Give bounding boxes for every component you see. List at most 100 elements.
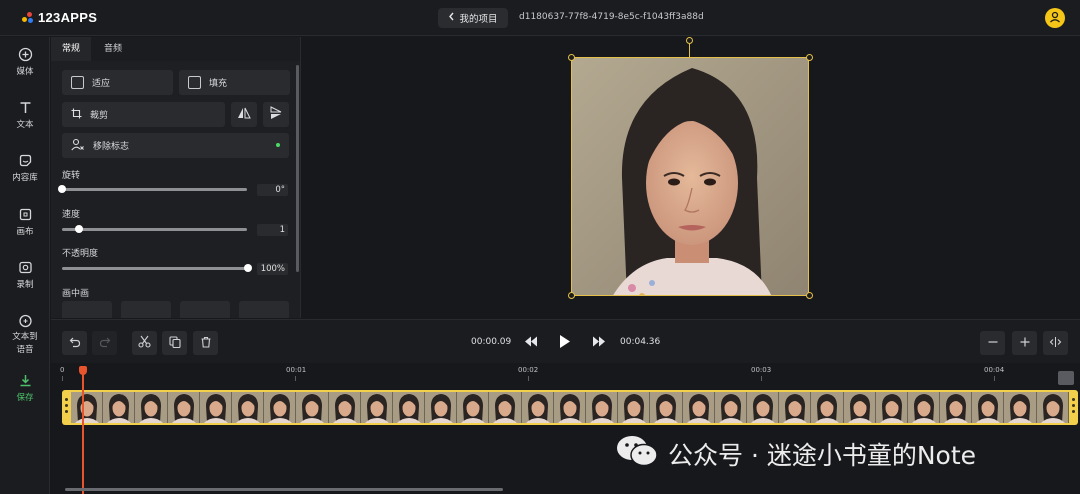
crop-label: 裁剪 [90, 111, 109, 121]
nav-item-save[interactable]: 保存 [0, 373, 50, 403]
resize-handle-top-left[interactable] [568, 54, 575, 61]
zoom-in-button[interactable] [1012, 331, 1037, 355]
pip-bottom-right-button[interactable] [239, 301, 289, 318]
speed-value[interactable]: 1 [257, 224, 288, 236]
cut-button[interactable] [132, 331, 157, 355]
user-icon [1049, 11, 1061, 26]
ruler-tick [295, 376, 296, 381]
clip-thumbnail [264, 392, 297, 423]
plus-circle-icon [18, 47, 33, 62]
rotation-slider-knob[interactable] [58, 185, 66, 193]
resize-handle-top-right[interactable] [806, 54, 813, 61]
back-to-projects-button[interactable]: 我的项目 [438, 8, 508, 28]
clip-thumbnail [746, 392, 780, 423]
pip-top-left-button[interactable] [62, 301, 112, 318]
undo-icon [69, 336, 81, 351]
resize-handle-bottom-right[interactable] [806, 292, 813, 299]
ruler-tick [528, 376, 529, 381]
tab-audio[interactable]: 音频 [93, 37, 133, 61]
clip-thumbnail [135, 392, 168, 423]
timeline-ruler[interactable]: 0 00:01 00:02 00:03 00:04 [51, 363, 1080, 385]
timeline-scrollbar[interactable] [65, 488, 503, 491]
watermark-text: 公众号 · 迷途小书童的Note [668, 441, 977, 470]
properties-panel: 常规 音频 适应 填充 裁剪 移除标志 旋转 0° 速度 1 不透明度 100%… [51, 37, 301, 318]
fit-button[interactable]: 适应 [62, 70, 173, 95]
app-logo[interactable]: 123APPS [22, 10, 97, 25]
crop-button[interactable]: 裁剪 [62, 102, 225, 127]
pip-top-right-button[interactable] [121, 301, 171, 318]
clip-thumbnail [586, 392, 619, 423]
fill-button[interactable]: 填充 [179, 70, 290, 95]
nav-item-library[interactable]: 内容库 [0, 153, 50, 183]
nav-item-media[interactable]: 媒体 [0, 47, 50, 77]
nav-label: 画布 [16, 227, 34, 237]
rotation-slider[interactable] [62, 188, 247, 191]
tts-icon [18, 314, 33, 329]
speed-slider[interactable] [62, 228, 247, 231]
opacity-slider[interactable] [62, 267, 247, 270]
ruler-label: 0 [60, 366, 65, 374]
nav-label: 文本 [16, 120, 34, 130]
clip-trim-handle-left[interactable] [65, 398, 68, 413]
rotation-value[interactable]: 0° [257, 184, 288, 196]
download-icon [18, 373, 33, 388]
fast-forward-button[interactable] [592, 336, 606, 350]
nav-label: 录制 [16, 280, 34, 290]
ruler-label: 00:01 [286, 366, 307, 374]
rewind-button[interactable] [524, 336, 538, 350]
flip-vertical-icon [270, 106, 282, 123]
ruler-label: 00:03 [751, 366, 772, 374]
opacity-value[interactable]: 100% [257, 263, 288, 275]
top-bar: 123APPS 我的项目 d1180637-77f8-4719-8e5c-f10… [0, 0, 1080, 36]
current-time: 00:00.09 [471, 337, 512, 347]
video-clip-track[interactable] [62, 390, 1078, 425]
chevron-left-icon [448, 12, 455, 24]
redo-icon [99, 336, 111, 351]
delete-button[interactable] [193, 331, 218, 355]
play-button[interactable] [559, 334, 571, 352]
ruler-tick [761, 376, 762, 381]
opacity-slider-knob[interactable] [244, 264, 252, 272]
user-avatar[interactable] [1045, 8, 1065, 28]
opacity-label: 不透明度 [62, 249, 99, 259]
clip-thumbnail [907, 392, 941, 423]
resize-handle-bottom-left[interactable] [568, 292, 575, 299]
preview-photo[interactable] [571, 57, 809, 296]
rotate-handle-line [689, 42, 690, 57]
nav-item-tts[interactable]: 文本到 语音 [0, 314, 50, 355]
nav-item-record[interactable]: 录制 [0, 260, 50, 290]
nav-item-text[interactable]: 文本 [0, 100, 50, 130]
clip-thumbnail [328, 392, 361, 423]
ruler-tick [994, 376, 995, 381]
trash-icon [200, 336, 212, 351]
total-duration: 00:04.36 [620, 337, 661, 347]
flip-vertical-button[interactable] [263, 102, 289, 127]
pip-bottom-left-button[interactable] [180, 301, 230, 318]
ruler-tick [62, 376, 63, 381]
zoom-out-button[interactable] [980, 331, 1005, 355]
redo-button[interactable] [92, 331, 117, 355]
watermark: 公众号 · 迷途小书童的Note [616, 434, 976, 474]
speed-slider-knob[interactable] [75, 225, 83, 233]
flip-horizontal-button[interactable] [231, 102, 257, 127]
add-track-button[interactable] [1058, 371, 1074, 385]
clip-thumbnail [1004, 392, 1037, 423]
clip-trim-handle-right[interactable] [1072, 398, 1075, 413]
nav-item-canvas[interactable]: 画布 [0, 207, 50, 237]
fit-width-icon [1049, 336, 1062, 351]
remove-logo-button[interactable]: 移除标志 [62, 133, 289, 158]
duplicate-button[interactable] [162, 331, 187, 355]
nav-label-line2: 语音 [16, 345, 34, 355]
scissors-icon [138, 335, 151, 351]
rotate-handle[interactable] [686, 37, 693, 44]
fit-timeline-button[interactable] [1043, 331, 1068, 355]
clip-thumbnail [167, 392, 200, 423]
panel-scrollbar[interactable] [296, 65, 299, 272]
clip-thumbnail [553, 392, 586, 423]
tab-general[interactable]: 常规 [51, 37, 92, 61]
back-label: 我的项目 [459, 14, 498, 25]
clip-thumbnail [425, 392, 458, 423]
playhead-handle[interactable] [79, 366, 87, 375]
clip-thumbnail [811, 392, 844, 423]
undo-button[interactable] [62, 331, 87, 355]
